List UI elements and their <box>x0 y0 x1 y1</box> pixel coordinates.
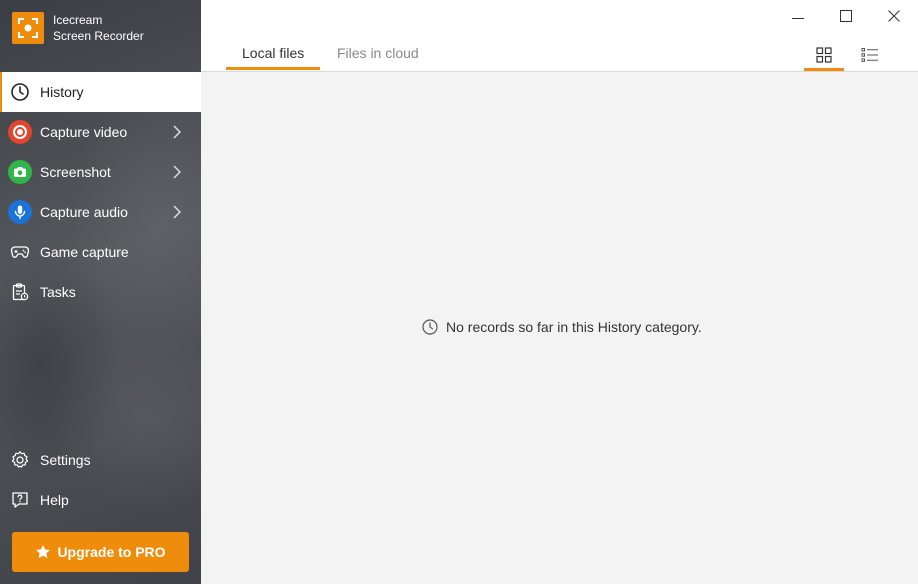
app-logo-icon <box>12 12 44 44</box>
sidebar-item-label: Settings <box>40 452 91 468</box>
close-icon <box>888 10 900 22</box>
chevron-right-icon <box>173 125 181 139</box>
sidebar-item-help[interactable]: Help <box>0 480 201 520</box>
minimize-icon <box>792 18 804 19</box>
app-title-line2: Screen Recorder <box>53 29 144 43</box>
sidebar-item-capture-video[interactable]: Capture video <box>0 112 201 152</box>
grid-view-button[interactable] <box>804 40 844 71</box>
empty-state: No records so far in this History catego… <box>422 319 702 335</box>
sidebar-item-label: History <box>40 84 84 100</box>
sidebar-item-label: Game capture <box>40 244 129 260</box>
grid-view-icon <box>816 47 832 63</box>
sidebar-item-game-capture[interactable]: Game capture <box>0 232 201 272</box>
sidebar-bottom-nav: Settings Help <box>0 440 201 520</box>
microphone-icon <box>8 200 32 224</box>
list-view-button[interactable] <box>850 40 890 70</box>
tasks-icon <box>8 280 32 304</box>
gear-icon <box>8 448 32 472</box>
sidebar-item-capture-audio[interactable]: Capture audio <box>0 192 201 232</box>
tab-label: Local files <box>242 45 305 61</box>
sidebar-item-label: Capture audio <box>40 204 128 220</box>
camera-icon <box>8 160 32 184</box>
close-button[interactable] <box>871 0 917 32</box>
clock-icon <box>8 80 32 104</box>
empty-state-message: No records so far in this History catego… <box>446 319 702 335</box>
upgrade-to-pro-button[interactable]: Upgrade to PRO <box>12 532 189 572</box>
upgrade-label: Upgrade to PRO <box>57 544 166 560</box>
main-content: Local files Files in cloud No records so… <box>201 0 918 584</box>
minimize-button[interactable] <box>775 0 821 32</box>
list-view-icon <box>861 48 878 62</box>
maximize-icon <box>840 10 852 22</box>
sidebar: Icecream Screen Recorder History Capture… <box>0 0 201 584</box>
tab-label: Files in cloud <box>337 45 419 61</box>
sidebar-item-label: Tasks <box>40 284 76 300</box>
clock-icon <box>422 319 438 335</box>
record-icon <box>8 120 32 144</box>
help-icon <box>8 488 32 512</box>
app-title: Icecream Screen Recorder <box>53 12 144 44</box>
top-bar: Local files Files in cloud <box>201 0 918 72</box>
chevron-right-icon <box>173 205 181 219</box>
sidebar-item-screenshot[interactable]: Screenshot <box>0 152 201 192</box>
maximize-button[interactable] <box>823 0 869 32</box>
sidebar-item-label: Screenshot <box>40 164 111 180</box>
sidebar-item-settings[interactable]: Settings <box>0 440 201 480</box>
tab-local-files[interactable]: Local files <box>225 45 321 70</box>
star-icon <box>36 545 51 558</box>
tab-files-in-cloud[interactable]: Files in cloud <box>337 45 419 61</box>
sidebar-nav: History Capture video Screenshot Capture… <box>0 72 201 312</box>
chevron-right-icon <box>173 165 181 179</box>
gamepad-icon <box>8 240 32 264</box>
app-brand: Icecream Screen Recorder <box>12 12 144 44</box>
app-title-line1: Icecream <box>53 13 103 27</box>
sidebar-item-label: Help <box>40 492 69 508</box>
sidebar-item-tasks[interactable]: Tasks <box>0 272 201 312</box>
sidebar-item-label: Capture video <box>40 124 128 140</box>
sidebar-item-history[interactable]: History <box>0 72 201 112</box>
